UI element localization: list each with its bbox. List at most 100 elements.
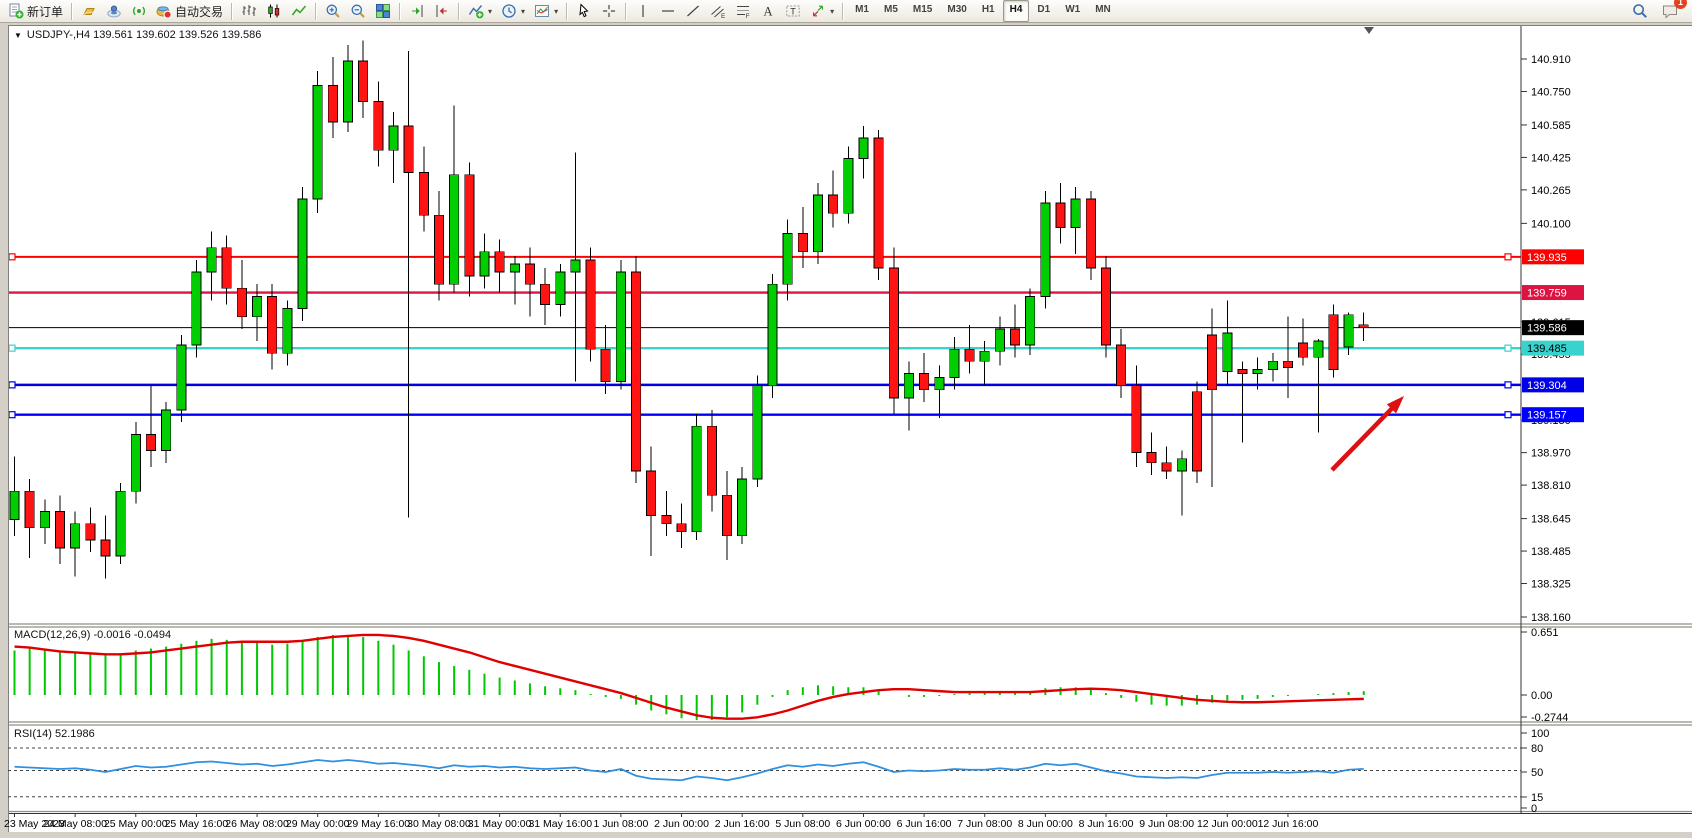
trendline-button[interactable] [681,0,705,22]
candle-body [1071,199,1080,227]
candle-body [753,386,762,479]
candle-body [192,272,201,345]
candle-body [844,158,853,213]
candle-body [813,195,822,252]
deposit-button[interactable] [77,0,101,22]
line-handle[interactable] [1505,254,1511,260]
periods-icon [501,3,517,19]
candle-body [10,491,19,519]
search-button[interactable] [1628,0,1652,22]
candle-body [647,471,656,516]
arrows-button[interactable]: ▾ [806,0,838,22]
candle-body [965,349,974,361]
candle-body [541,284,550,304]
svg-text:50: 50 [1531,767,1543,779]
tab-timeframe-H4[interactable]: H4 [1003,0,1030,22]
indicators-button[interactable]: ▾ [464,0,496,22]
new-order-button[interactable]: 新订单 [4,0,67,22]
line-handle[interactable] [9,345,15,351]
candle-chart-button[interactable] [262,0,286,22]
candle-body [1283,361,1292,367]
community-button[interactable] [102,0,126,22]
tab-timeframe-M5[interactable]: M5 [877,0,905,22]
candle-chart-icon [266,3,282,19]
bar-chart-icon [241,3,257,19]
chat-button[interactable]: 1 [1658,0,1682,22]
candle-body [768,284,777,385]
time-tick-label: 8 Jun 16:00 [1079,818,1134,830]
candle-body [101,540,110,556]
horizontal-line-button[interactable] [656,0,680,22]
candle-body [995,329,1004,351]
chart-shift-button[interactable] [430,0,454,22]
time-tick-label: 24 May 08:00 [43,818,107,830]
cursor-button[interactable] [572,0,596,22]
tab-timeframe-D1[interactable]: D1 [1030,0,1057,22]
chart-title-text: USDJPY-,H4 139.561 139.602 139.526 139.5… [27,29,261,41]
price-badge-label: 139.759 [1527,288,1567,300]
candle-body [146,434,155,450]
line-handle[interactable] [9,382,15,388]
tab-timeframe-M15[interactable]: M15 [906,0,939,22]
candle-body [874,138,883,268]
signals-button[interactable] [127,0,151,22]
tab-timeframe-M1[interactable]: M1 [848,0,876,22]
price-badge-label: 139.157 [1527,410,1567,422]
cursor-icon [576,3,592,19]
price-tick-label: 140.425 [1531,152,1571,164]
line-handle[interactable] [1505,345,1511,351]
tab-timeframe-W1[interactable]: W1 [1058,0,1087,22]
toolbar-separator [566,3,568,20]
vertical-line-button[interactable] [631,0,655,22]
fibonacci-button[interactable]: F [731,0,755,22]
line-chart-button[interactable] [287,0,311,22]
line-handle[interactable] [9,412,15,418]
candle-body [389,126,398,150]
candle-body [1177,459,1186,471]
price-tick-label: 138.160 [1531,612,1571,624]
candle-body [1162,463,1171,471]
chart-canvas[interactable]: 140.910140.750140.585140.425140.265140.1… [0,23,1692,838]
time-tick-label: 6 Jun 00:00 [836,818,891,830]
toolbar-separator [399,3,401,20]
chart-dropdown-caret[interactable]: ▼ [14,31,22,40]
trendline-icon [685,3,701,19]
time-tick-label: 25 May 16:00 [165,818,229,830]
toolbar-separator [458,3,460,20]
new-order-icon [8,3,24,19]
tile-windows-button[interactable] [371,0,395,22]
candle-body [1117,345,1126,386]
tab-timeframe-MN[interactable]: MN [1088,0,1118,22]
equidistant-channel-button[interactable]: E [706,0,730,22]
line-handle[interactable] [1505,382,1511,388]
line-handle[interactable] [9,254,15,260]
autotrading-button[interactable]: 自动交易 [152,0,227,22]
zoom-out-button[interactable] [346,0,370,22]
candle-body [86,524,95,540]
candle-body [207,248,216,272]
periods-button[interactable]: ▾ [497,0,529,22]
price-tick-label: 140.750 [1531,86,1571,98]
chevron-down-icon: ▾ [488,7,492,16]
text-label-button[interactable]: T [781,0,805,22]
svg-text:E: E [721,13,726,19]
candle-body [935,378,944,390]
line-chart-icon [291,3,307,19]
tab-timeframe-H1[interactable]: H1 [975,0,1002,22]
candle-body [359,61,368,102]
templates-button[interactable]: ▾ [530,0,562,22]
indicators-icon [468,3,484,19]
auto-scroll-button[interactable] [405,0,429,22]
crosshair-button[interactable] [597,0,621,22]
candle-body [707,426,716,495]
zoom-in-button[interactable] [321,0,345,22]
text-button[interactable]: A [756,0,780,22]
tab-timeframe-M30[interactable]: M30 [940,0,973,22]
candle-body [616,272,625,382]
line-handle[interactable] [1505,412,1511,418]
time-tick-label: 26 May 08:00 [225,818,289,830]
candle-body [237,288,246,316]
search-icon [1632,3,1648,19]
bar-chart-button[interactable] [237,0,261,22]
candle-body [677,524,686,532]
